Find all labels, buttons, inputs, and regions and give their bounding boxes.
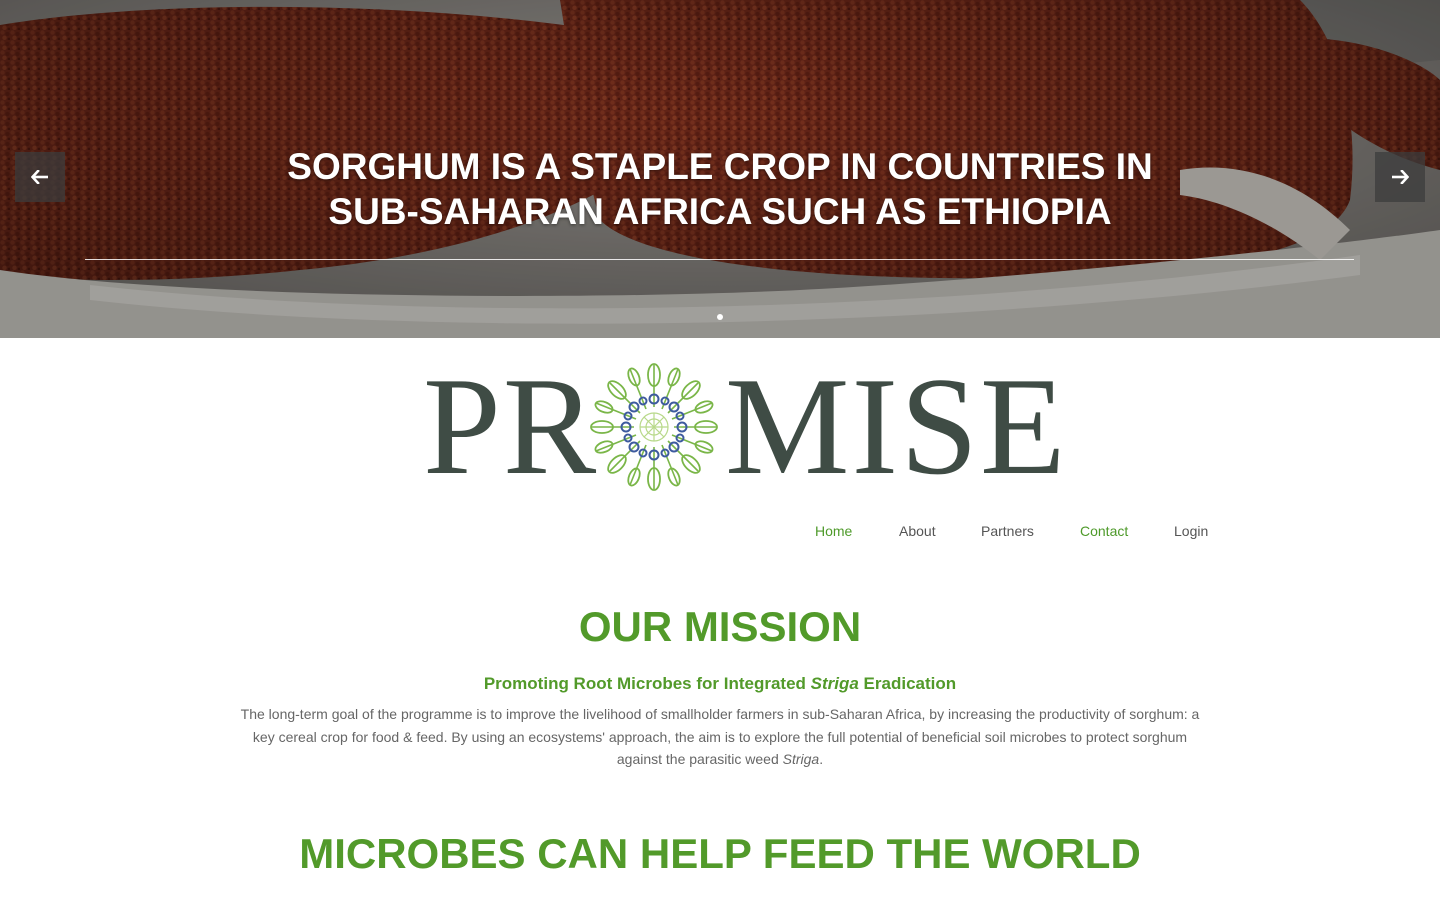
hero-divider [85, 259, 1354, 260]
slider-dot[interactable] [717, 314, 723, 320]
mission-subheading: Promoting Root Microbes for Integrated S… [0, 673, 1440, 695]
logo-text-left: PR [423, 349, 599, 504]
mission-body-pre: The long-term goal of the programme is t… [240, 706, 1200, 767]
mission-body-post: . [819, 751, 824, 767]
mission-subheading-em: Striga [810, 674, 859, 693]
arrow-left-icon [31, 170, 48, 184]
mission-heading: OUR MISSION [578, 603, 862, 650]
hero-slider: SORGHUM IS A STAPLE CROP IN COUNTRIES IN… [0, 0, 1440, 338]
slider-next-button[interactable] [1375, 152, 1425, 202]
hero-caption: SORGHUM IS A STAPLE CROP IN COUNTRIES IN… [287, 146, 1153, 232]
nav-item-home[interactable]: Home [815, 521, 852, 541]
main-nav: Home About Partners Contact Login [0, 521, 1440, 541]
nav-item-partners[interactable]: Partners [981, 521, 1034, 541]
mission-subheading-pre: Promoting Root Microbes for Integrated [483, 674, 811, 693]
slider-prev-button[interactable] [15, 152, 65, 202]
section-heading: MICROBES CAN HELP FEED THE WORLD [299, 830, 1141, 877]
flower-emblem-icon [590, 363, 718, 491]
mission-body-em: Striga [782, 751, 820, 767]
nav-item-about[interactable]: About [899, 521, 936, 541]
mission-subheading-post: Eradication [858, 674, 957, 693]
nav-item-login[interactable]: Login [1174, 521, 1208, 541]
slider-pagination [0, 314, 1440, 320]
arrow-right-icon [1392, 170, 1409, 184]
nav-item-contact[interactable]: Contact [1080, 521, 1128, 541]
logo-text-right: MISE [725, 349, 1068, 504]
mission-description: The long-term goal of the programme is t… [240, 703, 1200, 771]
